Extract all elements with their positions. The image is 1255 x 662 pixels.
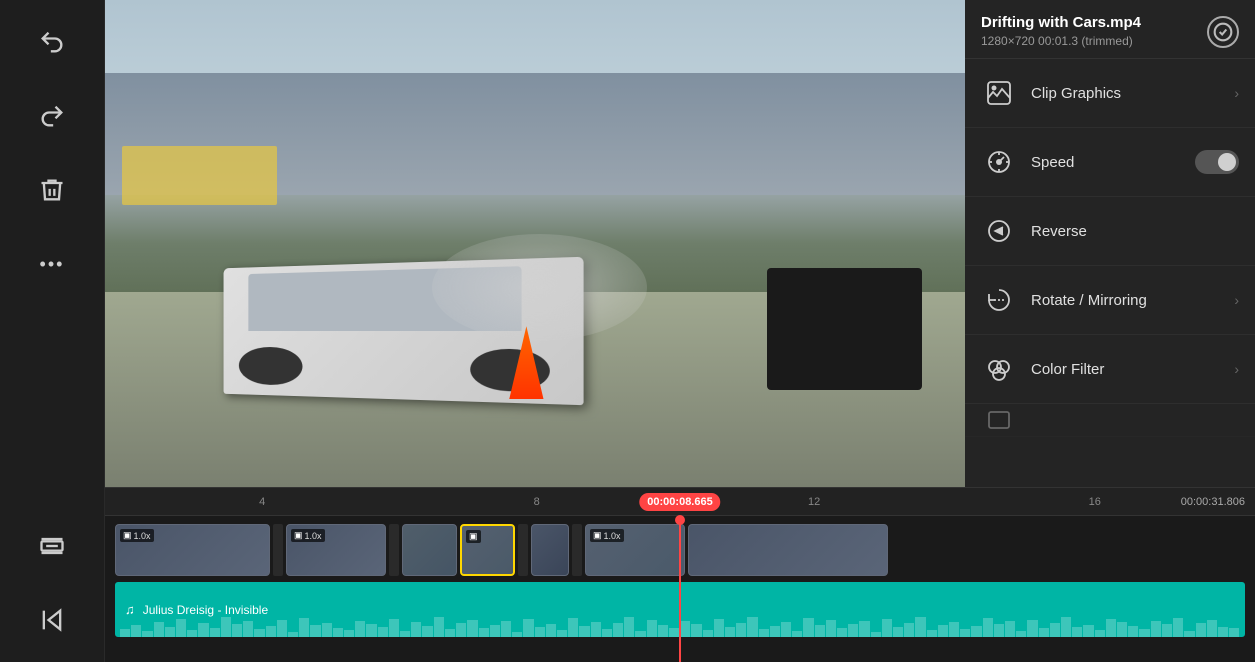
speed-toggle[interactable] [1195, 150, 1239, 174]
school-bus [122, 146, 277, 204]
clip-separator-3 [518, 524, 528, 576]
timeline-section: 4 8 12 16 00:00:08.665 00:00:31.806 [105, 487, 1255, 662]
clip-separator-2 [389, 524, 399, 576]
panel-filemeta: 1280×720 00:01.3 (trimmed) [981, 34, 1207, 48]
video-clip-1[interactable]: ▣ 1.0x [115, 524, 270, 576]
video-clip-5[interactable] [531, 524, 569, 576]
delete-button[interactable] [30, 168, 74, 212]
current-time-indicator: 00:00:08.665 [639, 493, 720, 511]
rotate-mirroring-arrow: › [1234, 292, 1239, 308]
panel-confirm-button[interactable] [1207, 16, 1239, 48]
video-clip-4-selected[interactable]: ▣ [460, 524, 515, 576]
reverse-label: Reverse [1031, 223, 1239, 240]
playhead[interactable] [679, 516, 681, 662]
clip-graphics-icon [981, 75, 1017, 111]
timeline-ruler[interactable]: 4 8 12 16 00:00:08.665 00:00:31.806 [105, 488, 1255, 516]
clip-4-badge: ▣ [466, 530, 481, 543]
clip-separator-1 [273, 524, 283, 576]
clip-separator-4 [572, 524, 582, 576]
clip-graphics-label: Clip Graphics [1031, 85, 1234, 102]
video-clip-7[interactable] [688, 524, 888, 576]
video-preview [105, 0, 965, 487]
end-time-label: 00:00:31.806 [1181, 496, 1245, 508]
video-clip-3[interactable] [402, 524, 457, 576]
panel-filename: Drifting with Cars.mp4 [981, 14, 1207, 31]
video-clip-2[interactable]: ▣ 1.0x [286, 524, 386, 576]
sidebar: ••• [0, 0, 105, 662]
hidden-item-icon [981, 404, 1017, 437]
reverse-icon [981, 213, 1017, 249]
redo-button[interactable] [30, 94, 74, 138]
clip-6-badge: ▣ 1.0x [590, 529, 624, 542]
panel-menu-list: Clip Graphics › [965, 59, 1255, 487]
main-content: Drifting with Cars.mp4 1280×720 00:01.3 … [105, 0, 1255, 662]
menu-item-hidden[interactable] [965, 404, 1255, 437]
more-options-button[interactable]: ••• [30, 242, 74, 286]
layers-button[interactable] [30, 524, 74, 568]
clip-2-badge: ▣ 1.0x [291, 529, 325, 542]
video-clip-6[interactable]: ▣ 1.0x [585, 524, 685, 576]
video-preview-area[interactable] [105, 0, 965, 487]
menu-item-color-filter[interactable]: Color Filter › [965, 335, 1255, 404]
speed-icon [981, 144, 1017, 180]
color-filter-icon [981, 351, 1017, 387]
clip-1-badge: ▣ 1.0x [120, 529, 154, 542]
panel-header: Drifting with Cars.mp4 1280×720 00:01.3 … [965, 0, 1255, 59]
clip-graphics-arrow: › [1234, 85, 1239, 101]
color-filter-label: Color Filter [1031, 361, 1234, 378]
right-panel: Drifting with Cars.mp4 1280×720 00:01.3 … [965, 0, 1255, 487]
menu-item-rotate-mirroring[interactable]: Rotate / Mirroring › [965, 266, 1255, 335]
menu-item-clip-graphics[interactable]: Clip Graphics › [965, 59, 1255, 128]
tracks-area: ▣ 1.0x ▣ 1.0x [105, 516, 1255, 662]
rotate-mirroring-label: Rotate / Mirroring [1031, 292, 1234, 309]
top-section: Drifting with Cars.mp4 1280×720 00:01.3 … [105, 0, 1255, 487]
smoke-effect [432, 234, 647, 341]
speed-label: Speed [1031, 154, 1195, 171]
speed-toggle-knob [1218, 153, 1236, 171]
back-to-start-button[interactable] [30, 598, 74, 642]
bg-car [767, 268, 922, 390]
menu-item-speed[interactable]: Speed [965, 128, 1255, 197]
rotate-mirroring-icon [981, 282, 1017, 318]
menu-item-reverse[interactable]: Reverse [965, 197, 1255, 266]
color-filter-arrow: › [1234, 361, 1239, 377]
undo-button[interactable] [30, 20, 74, 64]
panel-file-info: Drifting with Cars.mp4 1280×720 00:01.3 … [981, 14, 1207, 48]
